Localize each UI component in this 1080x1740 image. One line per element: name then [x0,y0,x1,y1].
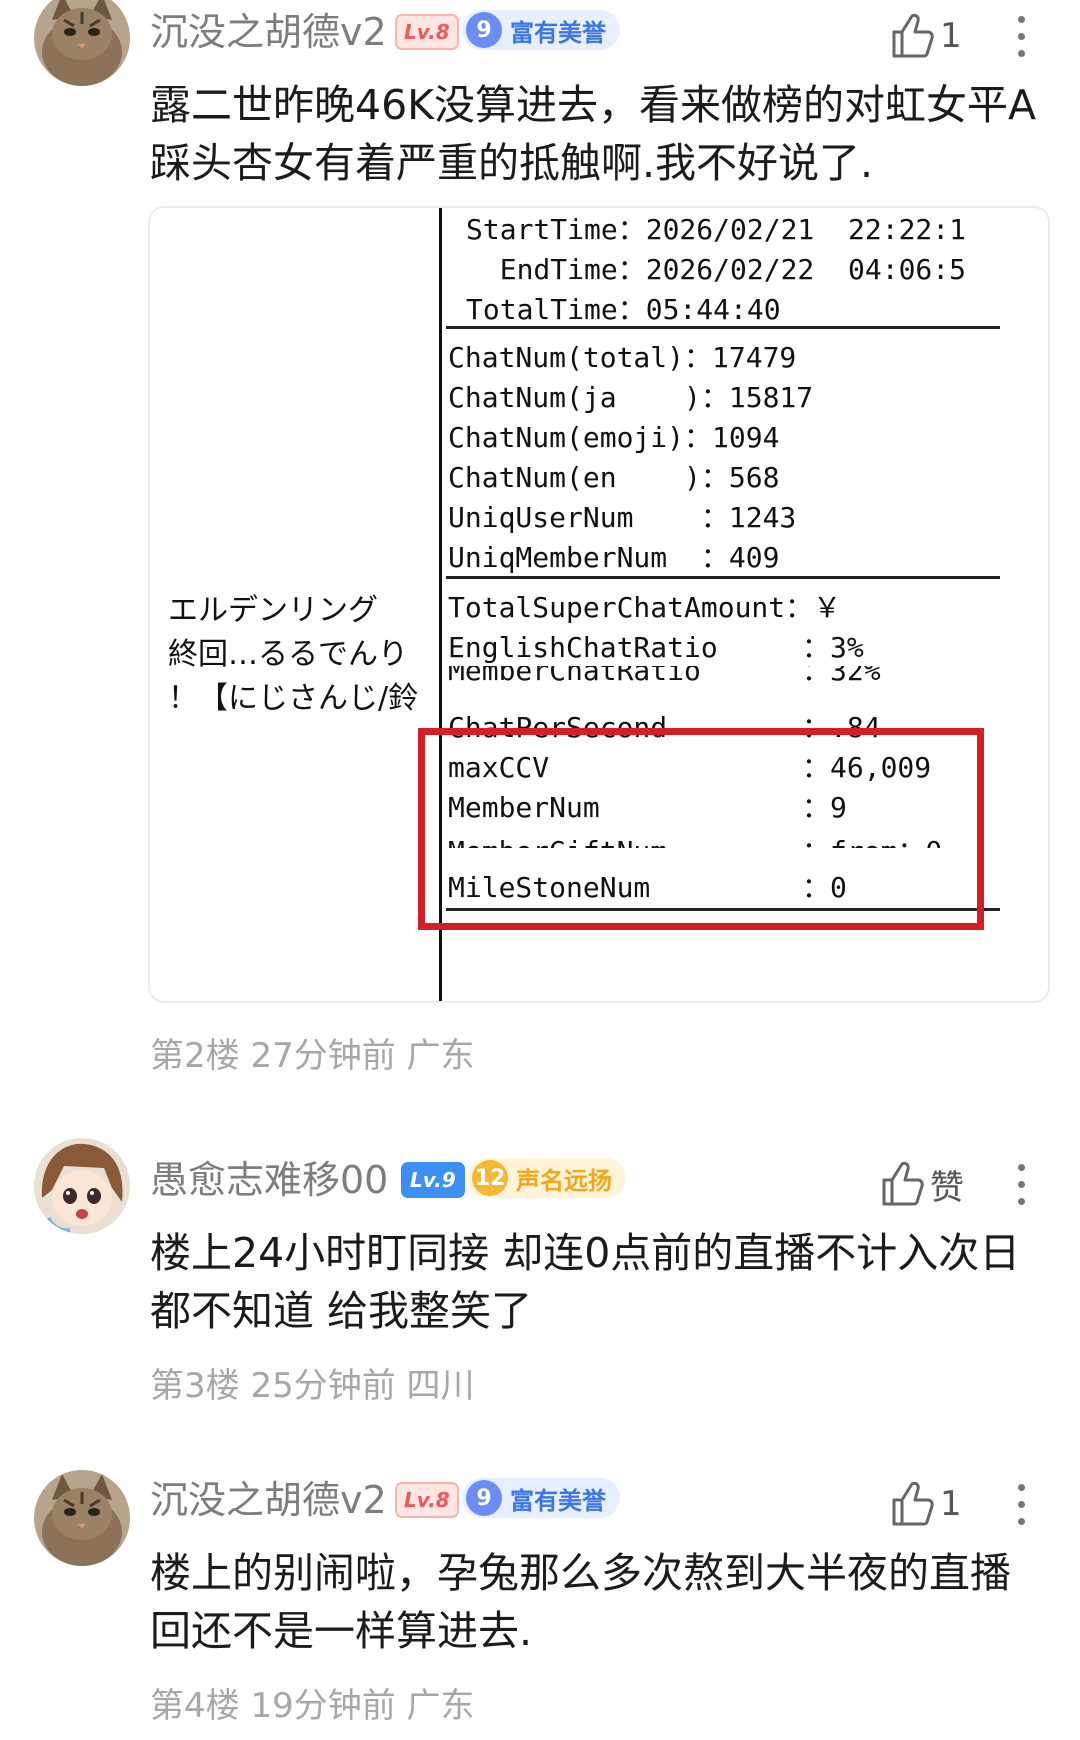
fan-medal[interactable]: 9 富有美誉 [462,10,620,50]
stat-chat-total: ChatNum(total)：17479 [448,341,797,374]
cat-avatar-icon [34,1470,130,1566]
stat-start-time: StartTime：2026/02/21 22:22:1 [466,213,967,246]
thumbs-up-icon [892,13,934,58]
medal-level: 12 [472,1160,508,1196]
comment-text: 露二世昨晚46K没算进去，看来做榜的对虹女平A踩头杏女有着严重的抵触啊.我不好说… [150,81,1037,187]
level-badge: Lv.8 [395,14,459,50]
avatar[interactable] [34,1470,130,1566]
fan-medal[interactable]: 12 声名远扬 [468,1158,626,1198]
more-options-icon[interactable] [1018,1484,1028,1528]
like-label: 赞 [930,1167,964,1208]
username[interactable]: 愚愈志难移00 [150,1154,388,1206]
attached-image[interactable]: エルデンリング 終回…るるでんり ！【にじさんじ/鈴 StartTime：202… [148,206,1050,1003]
stat-chat-ja: ChatNum(ja )：15817 [448,381,814,414]
floor-number: 第4楼 [150,1686,240,1726]
stream-title-line: ！【にじさんじ/鈴 [168,681,419,716]
post-time: 25分钟前 [250,1366,396,1406]
post-time: 27分钟前 [250,1036,396,1076]
fan-medal[interactable]: 9 富有美誉 [462,1478,620,1518]
comment-meta: 第4楼 19分钟前 广东 [150,1678,475,1727]
anime-girl-avatar-icon [34,1138,130,1234]
stream-title-line: 終回…るるでんり [168,637,408,672]
ip-location: 四川 [406,1366,475,1406]
avatar[interactable] [34,0,130,86]
like-button[interactable]: 1 [890,6,962,66]
thumbs-up-icon [892,1481,934,1526]
medal-level: 9 [466,12,502,48]
username[interactable]: 沉没之胡德v2 [150,1474,387,1526]
more-options-icon[interactable] [1018,16,1028,60]
stat-english-ratio: EnglishChatRatio ：3% [448,631,864,664]
medal-label: 声名远扬 [516,1166,612,1195]
username[interactable]: 沉没之胡德v2 [150,6,387,58]
ip-location: 广东 [406,1036,475,1076]
thumbs-up-icon [882,1161,924,1206]
stream-title-line: エルデンリング [168,593,378,628]
divider [446,326,1000,329]
medal-label: 富有美誉 [510,1486,606,1515]
comment-text: 楼上的别闹啦，孕兔那么多次熬到大半夜的直播回还不是一样算进去. [150,1549,1011,1655]
stat-uniq-user: UniqUserNum ：1243 [448,501,797,534]
divider [446,576,1000,579]
stat-total-time: TotalTime：05:44:40 [466,293,781,326]
comment-meta: 第3楼 25分钟前 四川 [150,1358,475,1407]
ip-location: 广东 [406,1686,475,1726]
stat-end-time: EndTime：2026/02/22 04:06:5 [466,253,967,286]
cat-avatar-icon [34,0,130,86]
stat-uniq-member: UniqMemberNum ：409 [448,541,780,574]
more-options-icon[interactable] [1018,1164,1028,1208]
like-button[interactable]: 1 [890,1474,962,1534]
post-time: 19分钟前 [250,1686,396,1726]
medal-label: 富有美誉 [510,18,606,47]
like-count: 1 [940,16,962,56]
floor-number: 第2楼 [150,1036,240,1076]
level-badge: Lv.9 [401,1162,465,1198]
comment-meta: 第2楼 27分钟前 广东 [150,1028,475,1077]
like-button[interactable]: 赞 [880,1154,964,1214]
avatar[interactable] [34,1138,130,1234]
level-badge: Lv.8 [395,1482,459,1518]
highlight-box [418,728,984,930]
stat-member-ratio: MemberChatRatio ：32% [448,666,881,684]
like-count: 1 [940,1484,962,1524]
comment-text: 楼上24小时盯同接 却连0点前的直播不计入次日都不知道 给我整笑了 [150,1229,1021,1335]
floor-number: 第3楼 [150,1366,240,1406]
stat-chat-en: ChatNum(en )：568 [448,461,780,494]
stat-superchat: TotalSuperChatAmount：￥ [448,591,842,624]
medal-level: 9 [466,1480,502,1516]
stat-chat-emoji: ChatNum(emoji)：1094 [448,421,780,454]
